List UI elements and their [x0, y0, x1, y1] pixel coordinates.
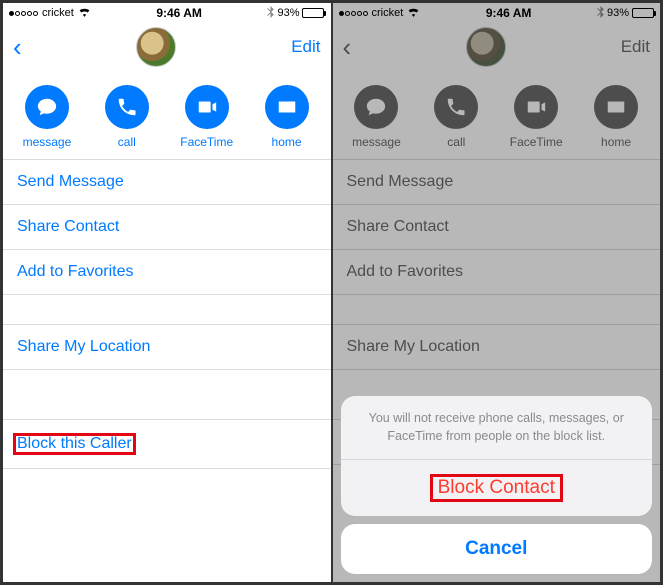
call-label: call — [118, 135, 136, 149]
action-sheet-cancel-group: Cancel — [341, 524, 653, 574]
wifi-icon — [407, 6, 420, 20]
video-icon — [514, 85, 558, 129]
message-button[interactable]: message — [12, 85, 82, 149]
battery-icon — [302, 8, 324, 18]
back-button[interactable]: ‹ — [13, 34, 22, 60]
battery-icon — [632, 8, 654, 18]
block-caller-row[interactable]: Block this Caller — [3, 420, 331, 469]
send-message-row[interactable]: Send Message — [333, 160, 661, 205]
share-contact-row[interactable]: Share Contact — [333, 205, 661, 250]
clock-time: 9:46 AM — [156, 6, 202, 20]
share-location-label: Share My Location — [347, 338, 480, 355]
status-right: 93% — [267, 6, 324, 21]
bluetooth-icon — [597, 6, 604, 21]
avatar[interactable] — [136, 27, 176, 67]
phone-icon — [434, 85, 478, 129]
call-button[interactable]: call — [421, 85, 491, 149]
share-contact-row[interactable]: Share Contact — [3, 205, 331, 250]
action-sheet: You will not receive phone calls, messag… — [341, 396, 653, 574]
home-label: home — [601, 135, 631, 149]
add-favorites-row[interactable]: Add to Favorites — [3, 250, 331, 295]
left-phone: cricket 9:46 AM 93% ‹ Edit message — [2, 2, 332, 583]
phone-icon — [105, 85, 149, 129]
block-contact-label: Block Contact — [438, 477, 555, 498]
message-icon — [25, 85, 69, 129]
message-button[interactable]: message — [341, 85, 411, 149]
facetime-label: FaceTime — [180, 135, 233, 149]
status-bar: cricket 9:46 AM 93% — [3, 3, 331, 23]
share-contact-label: Share Contact — [17, 218, 119, 235]
battery-pct: 93% — [277, 7, 299, 19]
facetime-button[interactable]: FaceTime — [501, 85, 571, 149]
wifi-icon — [78, 6, 91, 20]
spacer — [333, 295, 661, 325]
edit-button[interactable]: Edit — [621, 37, 650, 57]
status-bar: cricket 9:46 AM 93% — [333, 3, 661, 23]
spacer — [3, 370, 331, 420]
bluetooth-icon — [267, 6, 274, 21]
battery-pct: 93% — [607, 7, 629, 19]
carrier-label: cricket — [372, 7, 404, 19]
home-label: home — [272, 135, 302, 149]
signal-dots-icon — [339, 11, 368, 16]
call-label: call — [447, 135, 465, 149]
home-button[interactable]: home — [252, 85, 322, 149]
status-right: 93% — [597, 6, 654, 21]
avatar[interactable] — [466, 27, 506, 67]
add-favorites-label: Add to Favorites — [17, 263, 134, 280]
status-left: cricket — [9, 6, 91, 20]
send-message-label: Send Message — [347, 173, 454, 190]
back-button[interactable]: ‹ — [343, 34, 352, 60]
block-contact-button[interactable]: Block Contact — [341, 460, 653, 516]
send-message-row[interactable]: Send Message — [3, 160, 331, 205]
nav-bar: ‹ Edit — [3, 23, 331, 71]
home-button[interactable]: home — [581, 85, 651, 149]
share-location-row[interactable]: Share My Location — [3, 325, 331, 370]
share-contact-label: Share Contact — [347, 218, 449, 235]
block-caller-label: Block this Caller — [17, 435, 132, 452]
message-label: message — [23, 135, 72, 149]
message-label: message — [352, 135, 401, 149]
action-sheet-message: You will not receive phone calls, messag… — [341, 396, 653, 460]
clock-time: 9:46 AM — [486, 6, 532, 20]
nav-bar: ‹ Edit — [333, 23, 661, 71]
send-message-label: Send Message — [17, 173, 124, 190]
call-button[interactable]: call — [92, 85, 162, 149]
signal-dots-icon — [9, 11, 38, 16]
cancel-button[interactable]: Cancel — [341, 524, 653, 574]
mail-icon — [265, 85, 309, 129]
share-location-label: Share My Location — [17, 338, 150, 355]
add-favorites-row[interactable]: Add to Favorites — [333, 250, 661, 295]
facetime-button[interactable]: FaceTime — [172, 85, 242, 149]
status-left: cricket — [339, 6, 421, 20]
share-location-row[interactable]: Share My Location — [333, 325, 661, 370]
carrier-label: cricket — [42, 7, 74, 19]
highlight-box: Block Contact — [430, 474, 563, 502]
contact-action-row: message call FaceTime home — [333, 71, 661, 160]
edit-button[interactable]: Edit — [291, 37, 320, 57]
add-favorites-label: Add to Favorites — [347, 263, 464, 280]
right-phone: cricket 9:46 AM 93% ‹ Edit message — [332, 2, 662, 583]
video-icon — [185, 85, 229, 129]
contact-action-row: message call FaceTime home — [3, 71, 331, 160]
spacer — [3, 295, 331, 325]
message-icon — [354, 85, 398, 129]
action-sheet-group: You will not receive phone calls, messag… — [341, 396, 653, 516]
facetime-label: FaceTime — [510, 135, 563, 149]
highlight-box: Block this Caller — [13, 433, 136, 455]
mail-icon — [594, 85, 638, 129]
